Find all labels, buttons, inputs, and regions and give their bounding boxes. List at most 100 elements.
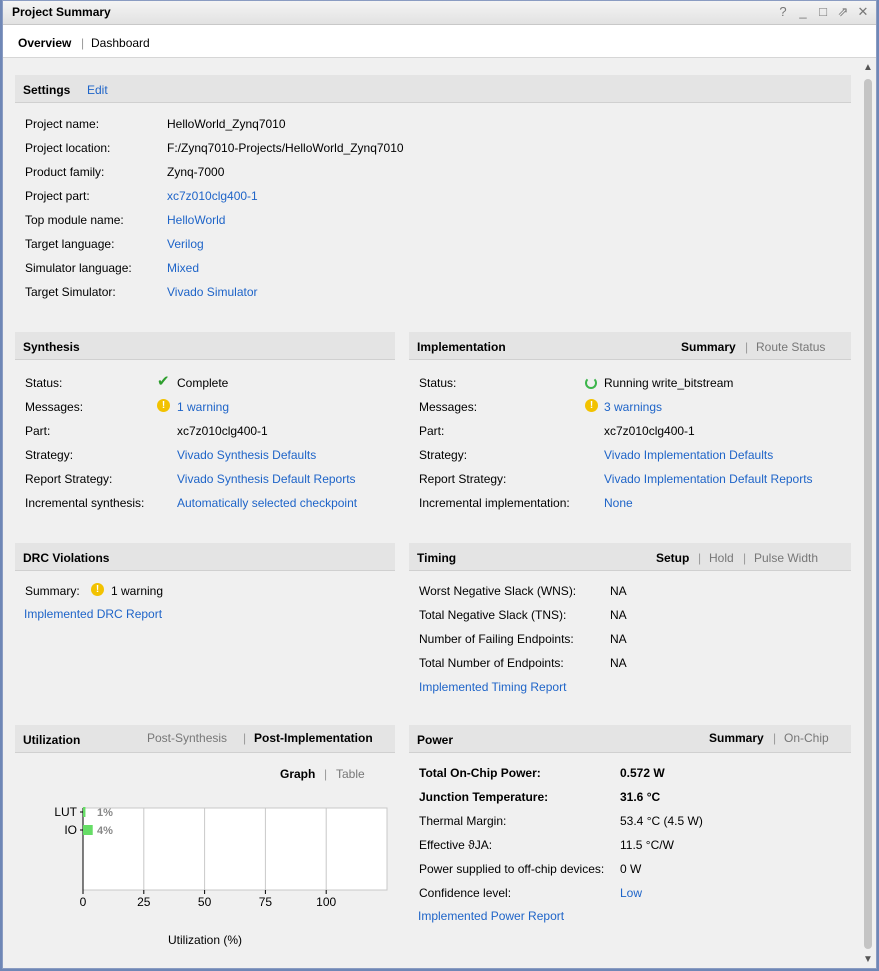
settings-header: Settings Edit xyxy=(15,75,851,103)
x-axis-label: Utilization (%) xyxy=(168,933,242,947)
warning-icon: ! xyxy=(585,399,598,412)
x-tick-label: 25 xyxy=(137,895,151,909)
settings-row-label: Product family: xyxy=(25,165,105,179)
settings-edit-link[interactable]: Edit xyxy=(87,83,108,97)
tab-timing-setup[interactable]: Setup xyxy=(656,551,689,565)
tab-impl-summary[interactable]: Summary xyxy=(681,340,736,354)
utilization-chart: 0 25 50 75 100 LUT 1% IO 4% Utilization (%) xyxy=(54,805,388,947)
tab-timing-hold[interactable]: Hold xyxy=(709,551,734,565)
title-bar-icons: ? _ □ ⇗ ✕ xyxy=(776,4,870,20)
vertical-scrollbar[interactable]: ▲ ▼ xyxy=(861,61,875,967)
implementation-row-value[interactable]: Vivado Implementation Default Reports xyxy=(604,472,813,486)
timing-header: Timing Setup | Hold | Pulse Width xyxy=(409,543,851,571)
x-tick-label: 100 xyxy=(316,895,336,909)
view-graph-tab[interactable]: Graph xyxy=(280,767,315,781)
power-title: Power xyxy=(417,733,454,747)
plot-area xyxy=(82,807,388,891)
bar xyxy=(83,825,93,835)
settings-row-value[interactable]: Mixed xyxy=(167,261,199,275)
tab-dashboard[interactable]: Dashboard xyxy=(91,36,150,50)
drc-header: DRC Violations xyxy=(15,543,395,571)
synthesis-row-value[interactable]: 1 warning xyxy=(177,400,229,414)
tab-impl-route-status[interactable]: Route Status xyxy=(756,340,825,354)
timing-tab-separator: | xyxy=(743,551,747,565)
scrollbar-thumb[interactable] xyxy=(864,79,872,949)
timing-row-label: Total Negative Slack (TNS): xyxy=(419,608,567,622)
timing-row-value: NA xyxy=(610,584,627,598)
power-row-label: Effective ϑJA: xyxy=(419,838,493,852)
implementation-row-label: Strategy: xyxy=(419,448,468,462)
power-row-label: Thermal Margin: xyxy=(419,814,507,828)
settings-title: Settings xyxy=(23,83,71,97)
scroll-down-arrow-icon[interactable]: ▼ xyxy=(861,953,875,967)
synthesis-row-value: Complete xyxy=(177,376,229,390)
x-tick-label: 75 xyxy=(259,895,273,909)
timing-row-label: Number of Failing Endpoints: xyxy=(419,632,574,646)
tab-post-synthesis[interactable]: Post-Synthesis xyxy=(147,731,227,745)
timing-title: Timing xyxy=(417,551,457,565)
help-icon[interactable]: ? xyxy=(776,4,790,20)
warning-icon: ! xyxy=(91,583,104,596)
utilization-header: Utilization Post-Synthesis | Post-Implem… xyxy=(15,725,395,753)
summary-content: Settings Edit Project name: HelloWorld_Zy… xyxy=(3,58,876,968)
restore-icon[interactable]: □ xyxy=(816,4,830,20)
impl-tab-separator: | xyxy=(745,340,749,354)
tab-post-implementation[interactable]: Post-Implementation xyxy=(254,731,373,745)
implementation-row-value[interactable]: None xyxy=(604,496,633,510)
settings-row-value[interactable]: Verilog xyxy=(167,237,204,251)
synthesis-row-value[interactable]: Vivado Synthesis Defaults xyxy=(177,448,316,462)
synthesis-row-label: Part: xyxy=(25,424,51,438)
implementation-row-label: Status: xyxy=(419,376,457,390)
power-row-label: Total On-Chip Power: xyxy=(419,766,541,780)
running-spinner-icon xyxy=(585,377,597,389)
implementation-row-label: Report Strategy: xyxy=(419,472,507,486)
drc-summary-value: 1 warning xyxy=(111,584,164,598)
float-icon[interactable]: ⇗ xyxy=(836,4,850,20)
bar xyxy=(83,807,86,817)
settings-row-label: Project part: xyxy=(25,189,90,203)
implementation-row-value[interactable]: Vivado Implementation Defaults xyxy=(604,448,773,462)
utilization-title: Utilization xyxy=(23,733,81,747)
implementation-row-label: Part: xyxy=(419,424,445,438)
close-icon[interactable]: ✕ xyxy=(856,4,870,20)
drc-summary-label: Summary: xyxy=(25,584,80,598)
drc-report-link[interactable]: Implemented DRC Report xyxy=(24,607,162,621)
synthesis-title: Synthesis xyxy=(23,340,80,354)
tab-timing-pulse-width[interactable]: Pulse Width xyxy=(754,551,818,565)
settings-row-label: Project location: xyxy=(25,141,111,155)
power-row-value: 53.4 °C (4.5 W) xyxy=(620,814,703,828)
settings-row-value: F:/Zynq7010-Projects/HelloWorld_Zynq7010 xyxy=(167,141,404,155)
implementation-row-label: Messages: xyxy=(419,400,478,414)
power-row-value[interactable]: Low xyxy=(620,886,642,900)
view-tabs: Overview | Dashboard xyxy=(3,25,876,58)
timing-row-value: NA xyxy=(610,632,627,646)
settings-row-value[interactable]: HelloWorld xyxy=(167,213,225,227)
tab-power-summary[interactable]: Summary xyxy=(709,731,764,745)
scroll-up-arrow-icon[interactable]: ▲ xyxy=(861,61,875,75)
view-table-tab[interactable]: Table xyxy=(336,767,365,781)
warning-icon: ! xyxy=(157,399,170,412)
power-row-value: 0.572 W xyxy=(620,766,665,780)
synthesis-row-value[interactable]: Vivado Synthesis Default Reports xyxy=(177,472,356,486)
timing-row-label: Worst Negative Slack (WNS): xyxy=(419,584,577,598)
synthesis-row-label: Incremental synthesis: xyxy=(25,496,145,510)
tab-overview[interactable]: Overview xyxy=(18,36,71,50)
timing-report-link[interactable]: Implemented Timing Report xyxy=(419,680,566,694)
settings-row-value[interactable]: xc7z010clg400-1 xyxy=(167,189,258,203)
settings-row-label: Project name: xyxy=(25,117,100,131)
settings-row-value[interactable]: Vivado Simulator xyxy=(167,285,258,299)
check-icon: ✔ xyxy=(157,373,170,390)
bar-value-label: 1% xyxy=(97,807,113,819)
synthesis-row-value[interactable]: Automatically selected checkpoint xyxy=(177,496,357,510)
power-report-link[interactable]: Implemented Power Report xyxy=(418,909,564,923)
implementation-row-value[interactable]: 3 warnings xyxy=(604,400,662,414)
minimize-icon[interactable]: _ xyxy=(796,4,810,20)
settings-row-value: Zynq-7000 xyxy=(167,165,225,179)
timing-tab-separator: | xyxy=(698,551,702,565)
title-bar: Project Summary ? _ □ ⇗ ✕ xyxy=(3,1,876,25)
power-row-value: 0 W xyxy=(620,862,642,876)
settings-row-label: Target Simulator: xyxy=(25,285,116,299)
settings-row-label: Target language: xyxy=(25,237,115,251)
tab-power-on-chip[interactable]: On-Chip xyxy=(784,731,829,745)
timing-row-label: Total Number of Endpoints: xyxy=(419,656,564,670)
